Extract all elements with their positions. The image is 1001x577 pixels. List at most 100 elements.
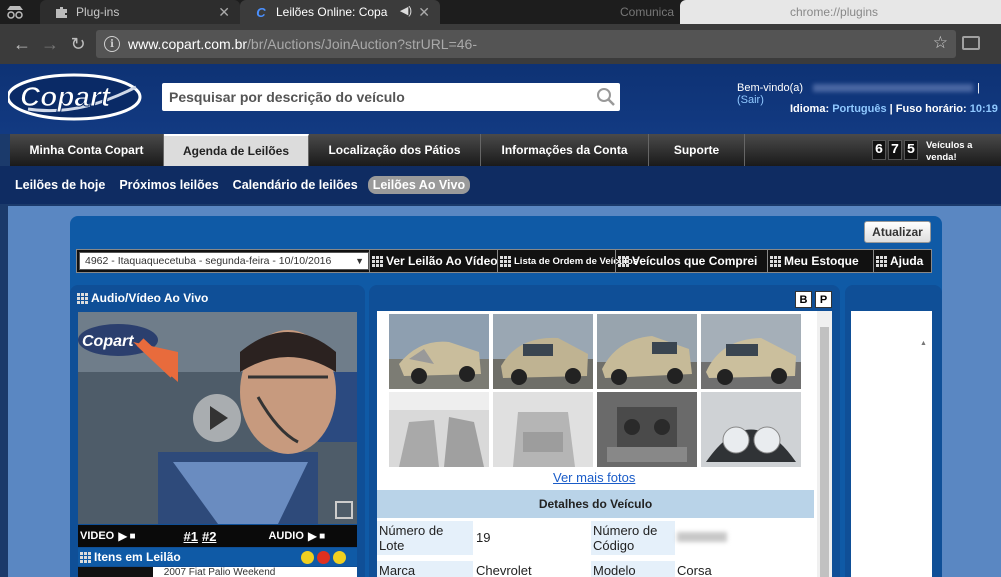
- tab-copart[interactable]: C Leilões Online: Copa ◀) ✕: [240, 0, 440, 24]
- vehicle-photo[interactable]: [701, 392, 801, 467]
- nav-agenda-leiloes[interactable]: Agenda de Leilões: [164, 134, 309, 166]
- more-photos-link[interactable]: Ver mais fotos: [553, 470, 635, 485]
- make-value: Chevrolet: [476, 563, 532, 577]
- grid-icon: [80, 551, 91, 563]
- vehicle-photo[interactable]: [701, 314, 801, 389]
- auction-select-value: 4962 - Itaquaquecetuba - segunda-feira -…: [85, 255, 332, 267]
- lot-number-value: 19: [476, 530, 491, 545]
- help-label: Ajuda: [890, 254, 924, 268]
- vehicle-photo[interactable]: [389, 392, 489, 467]
- purchased-vehicles-button[interactable]: Veículos que Comprei: [615, 250, 767, 272]
- rewind-icon[interactable]: [300, 550, 314, 564]
- items-bar: Itens em Leilão: [78, 548, 357, 566]
- subnav-leiloes-hoje[interactable]: Leilões de hoje: [15, 178, 105, 192]
- fast-forward-icon[interactable]: [332, 550, 346, 564]
- grid-icon: [500, 255, 511, 267]
- av-title-text: Audio/Vídeo Ao Vivo: [91, 291, 209, 305]
- vehicle-photo[interactable]: [597, 314, 697, 389]
- address-bar[interactable]: i www.copart.com.br /br/Auctions/JoinAuc…: [96, 30, 956, 58]
- tab-title: chrome://plugins: [790, 5, 879, 19]
- close-tab-icon[interactable]: ✕: [218, 4, 230, 21]
- back-arrow-icon[interactable]: ←: [8, 30, 36, 58]
- bookmark-star-icon[interactable]: ☆: [933, 33, 948, 53]
- audio-stop-icon[interactable]: ■: [319, 531, 325, 542]
- language-line: Idioma: Português | Fuso horário: 10:19: [790, 103, 998, 115]
- live-video[interactable]: Copart: [78, 312, 357, 524]
- reload-icon[interactable]: ↻: [64, 30, 92, 58]
- record-icon[interactable]: [316, 550, 330, 564]
- sub-nav: Leilões de hoje Próximos leilões Calendá…: [0, 166, 1001, 204]
- vehicle-photo[interactable]: [597, 392, 697, 467]
- video-stop-icon[interactable]: ■: [129, 531, 135, 542]
- site-header: Copart Bem-vindo(a)| (Sair) Idioma: Port…: [0, 64, 1001, 134]
- tab-chrome-plugins[interactable]: chrome://plugins: [680, 0, 1001, 24]
- info-icon[interactable]: i: [104, 36, 120, 52]
- search-input[interactable]: [169, 89, 589, 105]
- video-play-icon[interactable]: ▶: [118, 529, 127, 543]
- speaker-icon[interactable]: ◀): [400, 4, 412, 17]
- watch-video-button[interactable]: Ver Leilão Ao Vídeo: [369, 250, 498, 272]
- nav-localizacao-patios[interactable]: Localização dos Pátios: [309, 134, 481, 166]
- video-frame-image: Copart: [78, 312, 357, 524]
- language-label: Idioma:: [790, 103, 830, 115]
- lot-number-label: Número de Lote: [377, 521, 473, 555]
- tab-background[interactable]: Comunica: [440, 0, 674, 24]
- cast-icon[interactable]: [962, 36, 980, 50]
- model-label: Modelo: [591, 561, 675, 577]
- purchased-vehicles-label: Veículos que Comprei: [632, 254, 758, 268]
- search-icon[interactable]: [596, 87, 616, 107]
- refresh-button[interactable]: Atualizar: [864, 221, 931, 243]
- scrollbar[interactable]: [817, 311, 832, 577]
- nav-informacoes-conta[interactable]: Informações da Conta: [481, 134, 649, 166]
- language-link[interactable]: Português: [832, 103, 886, 115]
- subnav-leiloes-ao-vivo[interactable]: Leilões Ao Vivo: [367, 176, 471, 194]
- scroll-up-icon[interactable]: ▲: [920, 340, 927, 347]
- username-redacted: [813, 84, 974, 93]
- make-label: Marca: [377, 561, 473, 577]
- my-stock-button[interactable]: Meu Estoque: [767, 250, 873, 272]
- vehicle-counter-label: Veículos a venda!: [926, 140, 972, 164]
- subnav-proximos-leiloes[interactable]: Próximos leilões: [119, 178, 218, 192]
- p-button[interactable]: P: [815, 291, 832, 308]
- help-button[interactable]: Ajuda: [873, 250, 927, 272]
- list-item[interactable]: 2007 Fiat Palio Weekend: [78, 567, 357, 577]
- vehicle-label-line2: venda!: [926, 152, 957, 163]
- copart-favicon-icon: C: [256, 4, 266, 20]
- audio-play-icon[interactable]: ▶: [308, 529, 317, 543]
- vehicle-photo[interactable]: [493, 314, 593, 389]
- puzzle-icon: [54, 5, 68, 19]
- grid-icon: [77, 292, 88, 304]
- tab-plugins[interactable]: Plug-ins ✕: [40, 0, 240, 24]
- tab-title: Comunica: [620, 5, 675, 19]
- nav-minha-conta[interactable]: Minha Conta Copart: [10, 134, 164, 166]
- main-nav: Minha Conta Copart Agenda de Leilões Loc…: [10, 134, 1001, 166]
- subnav-calendario[interactable]: Calendário de leilões: [233, 178, 358, 192]
- auction-select[interactable]: 4962 - Itaquaquecetuba - segunda-feira -…: [79, 252, 369, 270]
- forward-arrow-icon[interactable]: →: [36, 30, 64, 58]
- timezone-label: | Fuso horário:: [889, 103, 967, 115]
- counter-digit: 7: [888, 140, 902, 160]
- camera-2-link[interactable]: #2: [202, 529, 216, 544]
- timezone-value: 10:19: [969, 103, 998, 115]
- nav-suporte[interactable]: Suporte: [649, 134, 745, 166]
- svg-text:Copart: Copart: [20, 81, 112, 112]
- tab-title: Leilões Online: Copa: [276, 5, 388, 19]
- tab-title: Plug-ins: [76, 5, 120, 19]
- vehicle-order-list-button[interactable]: Lista de Ordem de Veículos: [497, 250, 638, 272]
- close-tab-icon[interactable]: ✕: [418, 4, 430, 21]
- item-thumbnail: [78, 567, 153, 577]
- dropdown-arrow-icon: ▼: [355, 256, 364, 266]
- svg-text:Copart: Copart: [82, 333, 134, 350]
- camera-1-link[interactable]: #1: [184, 529, 198, 544]
- my-stock-label: Meu Estoque: [784, 254, 859, 268]
- vehicle-photo[interactable]: [493, 392, 593, 467]
- grid-icon: [770, 255, 781, 267]
- b-button[interactable]: B: [795, 291, 812, 308]
- browser-tab-strip: Plug-ins ✕ C Leilões Online: Copa ◀) ✕ C…: [0, 0, 1001, 24]
- logout-link[interactable]: (Sair): [737, 94, 764, 106]
- copart-logo[interactable]: Copart: [8, 73, 146, 121]
- counter-digit: 5: [904, 140, 918, 160]
- search-box: [162, 83, 620, 111]
- audio-label: AUDIO: [268, 530, 304, 542]
- vehicle-photo[interactable]: [389, 314, 489, 389]
